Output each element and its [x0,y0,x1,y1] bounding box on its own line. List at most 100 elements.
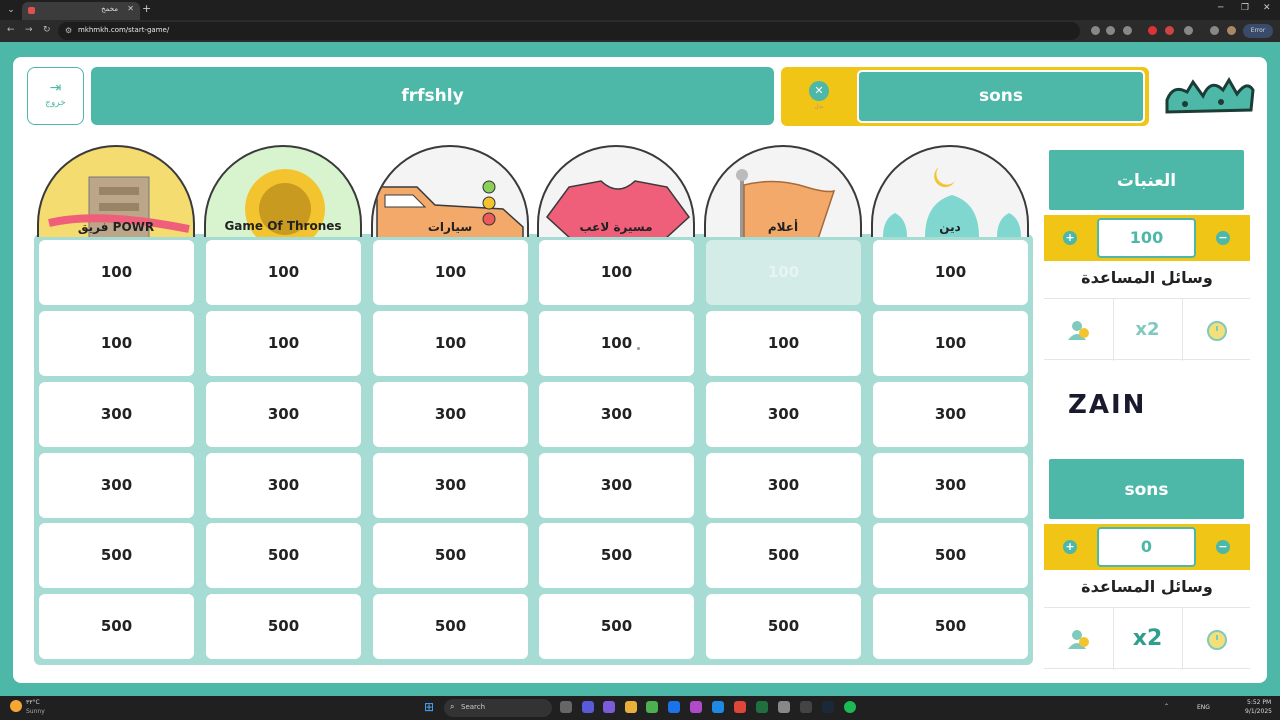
call-friend-aid-icon[interactable] [1044,299,1112,361]
question-cell[interactable]: 300 [373,453,528,518]
browser-tab[interactable]: مخمخ ✕ [22,2,140,20]
question-cell[interactable]: 100 [873,240,1028,305]
excel-icon[interactable] [756,701,768,713]
zoom-icon[interactable] [1106,26,1115,35]
increase-score-button[interactable]: + [1063,540,1077,554]
question-cell[interactable]: 100 [39,240,194,305]
category-header-powr-team[interactable]: فريق POWR [37,145,195,237]
question-cell-used: 100 [706,240,861,305]
app-icon[interactable] [778,701,790,713]
question-cell[interactable]: 300 [39,382,194,447]
question-cell[interactable]: 500 [539,594,694,659]
bookmark-star-icon[interactable] [1123,26,1132,35]
question-cell[interactable]: 500 [206,523,361,588]
taskbar-search[interactable]: ⌕ Search [444,699,552,717]
address-bar[interactable]: ⚙ mkhmkh.com/start-game/ [58,22,1080,40]
category-header-player-career[interactable]: مسيرة لاعب [537,145,695,237]
new-tab-icon[interactable]: + [142,2,151,15]
question-cell[interactable]: 100 [539,240,694,305]
language-indicator[interactable]: ENG [1197,704,1210,711]
tab-list-icon[interactable]: ⌄ [4,3,18,17]
close-tab-icon[interactable]: ✕ [127,4,134,13]
clock-time[interactable]: 5:52 PM [1247,699,1271,706]
store-icon[interactable] [646,701,658,713]
question-cell[interactable]: 500 [539,523,694,588]
weather-temperature: ٣٣°C [26,699,40,706]
question-cell[interactable]: 500 [39,594,194,659]
spotify-icon[interactable] [844,701,856,713]
chrome-icon[interactable] [734,701,746,713]
file-explorer-icon[interactable] [625,701,637,713]
tray-chevron-icon[interactable]: ⌃ [1164,703,1169,710]
question-cell[interactable]: 300 [206,382,361,447]
reload-icon[interactable]: ↻ [43,25,51,35]
double-points-aid-icon[interactable]: x2 [1113,608,1181,670]
sun-icon[interactable] [10,700,22,712]
forward-icon[interactable]: → [25,25,33,35]
maximize-icon[interactable]: ❐ [1241,3,1249,13]
question-cell[interactable]: 500 [206,594,361,659]
timer-aid-icon[interactable] [1182,299,1250,361]
cast-icon[interactable] [1091,26,1100,35]
profile-avatar-icon[interactable] [1227,26,1236,35]
back-icon[interactable]: ← [7,25,15,35]
team2-aids-title: وسائل المساعدة [1081,577,1213,596]
extension-icon[interactable] [1165,26,1174,35]
exit-button[interactable]: ⇥ خروج [27,67,84,125]
question-cell[interactable]: 500 [873,523,1028,588]
question-cell[interactable]: 100 [873,311,1028,376]
steam-icon[interactable] [822,701,834,713]
question-cell[interactable]: 100 [373,240,528,305]
task-view-icon[interactable] [560,701,572,713]
github-icon[interactable] [800,701,812,713]
category-header-game-of-thrones[interactable]: Game Of Thrones [204,145,362,237]
sidebar-icon[interactable] [1210,26,1219,35]
question-cell[interactable]: 300 [706,382,861,447]
exit-label: خروج [45,98,66,108]
chat-icon[interactable] [603,701,615,713]
extensions-puzzle-icon[interactable] [1184,26,1193,35]
teams-icon[interactable] [582,701,594,713]
call-friend-aid-icon[interactable] [1044,608,1112,670]
youtube-extension-icon[interactable] [1148,26,1157,35]
app-icon[interactable] [690,701,702,713]
edge-icon[interactable] [712,701,724,713]
question-cell[interactable]: 100 [373,311,528,376]
category-header-flags[interactable]: أعلام [704,145,862,237]
timer-aid-icon[interactable] [1182,608,1250,670]
question-cell[interactable]: 500 [706,594,861,659]
swap-icon[interactable]: ✕ [809,81,829,101]
question-cell[interactable]: 300 [873,382,1028,447]
question-cell[interactable]: 500 [373,523,528,588]
question-cell[interactable]: 100 [206,311,361,376]
steam-icon[interactable] [668,701,680,713]
question-cell[interactable]: 100 [706,311,861,376]
question-cell[interactable]: 300 [873,453,1028,518]
question-cell[interactable]: 100 [206,240,361,305]
question-cell[interactable]: 300 [39,453,194,518]
minimize-icon[interactable]: ─ [1218,3,1223,13]
question-cell[interactable]: 100 [39,311,194,376]
question-cell[interactable]: 500 [706,523,861,588]
increase-score-button[interactable]: + [1063,231,1077,245]
error-badge[interactable]: Error [1243,24,1273,38]
question-cell[interactable]: 500 [373,594,528,659]
clock-date[interactable]: 9/1/2025 [1245,708,1272,715]
question-cell[interactable]: 300 [206,453,361,518]
question-cell[interactable]: 500 [39,523,194,588]
category-header-cars[interactable]: سيارات [371,145,529,237]
question-cell[interactable]: 300 [539,453,694,518]
question-cell[interactable]: 300 [706,453,861,518]
decrease-score-button[interactable]: − [1216,540,1230,554]
close-window-icon[interactable]: ✕ [1263,3,1271,13]
question-cell[interactable]: 300 [373,382,528,447]
search-icon: ⌕ [450,702,455,711]
question-cell[interactable]: 300 [539,382,694,447]
double-points-aid-icon[interactable]: x2 [1113,299,1181,361]
question-cell[interactable]: 500 [873,594,1028,659]
windows-start-icon[interactable]: ⊞ [424,701,436,713]
decrease-score-button[interactable]: − [1216,231,1230,245]
category-header-religion[interactable]: دين [871,145,1029,237]
question-cell[interactable]: 100 [539,311,694,376]
site-info-icon[interactable]: ⚙ [65,26,72,35]
